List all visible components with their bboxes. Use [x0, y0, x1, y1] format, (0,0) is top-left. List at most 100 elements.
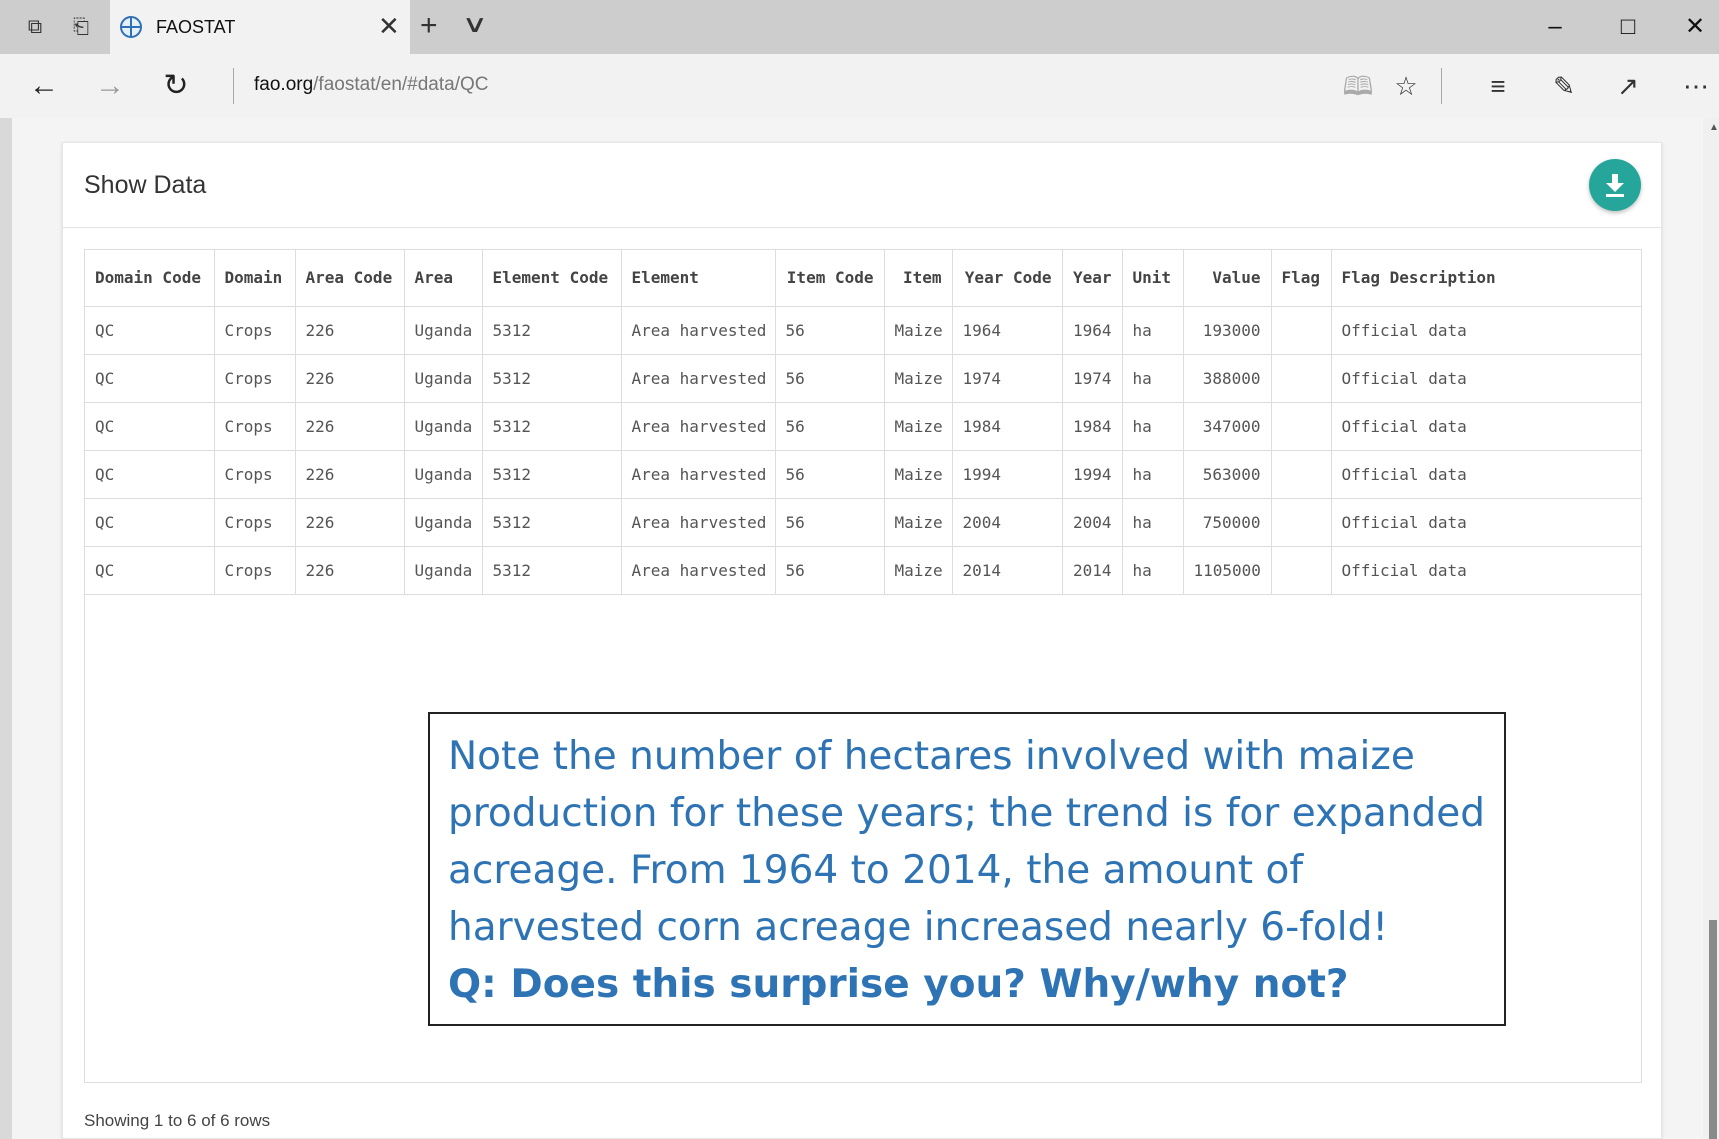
column-header[interactable]: Domain Code	[85, 250, 215, 307]
share-icon[interactable]: ↗	[1608, 66, 1648, 106]
column-header[interactable]: Domain	[214, 250, 296, 307]
year-code-cell: 2014	[952, 546, 1063, 595]
plus-icon[interactable]: +	[420, 10, 438, 42]
flag-cell	[1271, 498, 1332, 547]
element-cell: Area harvested	[621, 546, 776, 595]
area-code-cell: 226	[295, 450, 405, 499]
globe-icon	[120, 16, 142, 38]
chevron-down-icon[interactable]: ∨	[462, 8, 488, 42]
back-arrow-icon[interactable]: ←	[24, 66, 64, 106]
domain-code-cell: QC	[85, 402, 215, 451]
column-header[interactable]: Item Code	[775, 250, 885, 307]
download-button[interactable]	[1589, 159, 1641, 211]
tab-preview-icon[interactable]: ⎗	[68, 14, 94, 40]
flag-cell	[1271, 402, 1332, 451]
table-row: QC Crops 226 Uganda 5312 Area harvested 56 Maiz…	[85, 306, 1641, 355]
note-question: Q: Does this surprise you? Why/why not?	[448, 962, 1349, 1007]
minimize-icon[interactable]: –	[1535, 8, 1575, 46]
unit-cell: ha	[1122, 498, 1184, 547]
domain-code-cell: QC	[85, 450, 215, 499]
item-code-cell: 56	[775, 306, 885, 355]
flag-description-cell: Official data	[1331, 498, 1641, 547]
scroll-up-icon[interactable]: ▲	[1709, 122, 1719, 133]
close-icon[interactable]: ✕	[378, 12, 400, 40]
column-header[interactable]: Flag	[1271, 250, 1332, 307]
column-header[interactable]: Year	[1062, 250, 1123, 307]
column-header[interactable]: Area	[404, 250, 483, 307]
year-cell: 1994	[1062, 450, 1123, 499]
value-cell: 388000	[1183, 354, 1272, 403]
flag-description-cell: Official data	[1331, 354, 1641, 403]
refresh-icon[interactable]: ↻	[156, 66, 196, 106]
flag-description-cell: Official data	[1331, 450, 1641, 499]
flag-description-cell: Official data	[1331, 546, 1641, 595]
column-header[interactable]: Year Code	[952, 250, 1063, 307]
reading-view-icon[interactable]: 🕮	[1338, 66, 1378, 106]
column-header[interactable]: Flag Description	[1331, 250, 1641, 307]
unit-cell: ha	[1122, 450, 1184, 499]
download-icon	[1606, 174, 1624, 197]
domain-code-cell: QC	[85, 306, 215, 355]
domain-cell: Crops	[214, 402, 296, 451]
item-cell: Maize	[884, 354, 953, 403]
flag-cell	[1271, 306, 1332, 355]
address-bar[interactable]: fao.org/faostat/en/#data/QC	[254, 74, 489, 96]
tab-faostat[interactable]: FAOSTAT ✕	[110, 0, 410, 54]
area-code-cell: 226	[295, 306, 405, 355]
element-code-cell: 5312	[482, 306, 622, 355]
area-code-cell: 226	[295, 546, 405, 595]
item-code-cell: 56	[775, 498, 885, 547]
domain-code-cell: QC	[85, 546, 215, 595]
item-cell: Maize	[884, 546, 953, 595]
tab-title: FAOSTAT	[156, 17, 236, 37]
item-cell: Maize	[884, 306, 953, 355]
column-header[interactable]: Area Code	[295, 250, 405, 307]
table-row: QC Crops 226 Uganda 5312 Area harvested 56 Maiz…	[85, 546, 1641, 595]
domain-cell: Crops	[214, 450, 296, 499]
domain-cell: Crops	[214, 546, 296, 595]
area-cell: Uganda	[404, 498, 483, 547]
element-code-cell: 5312	[482, 498, 622, 547]
value-cell: 193000	[1183, 306, 1272, 355]
element-code-cell: 5312	[482, 450, 622, 499]
forward-arrow-icon[interactable]: →	[90, 66, 130, 106]
column-header[interactable]: Item	[884, 250, 953, 307]
address-path: /faostat/en/#data/QC	[313, 74, 489, 95]
area-cell: Uganda	[404, 402, 483, 451]
pagination-info: Showing 1 to 6 of 6 rows	[84, 1111, 271, 1130]
domain-cell: Crops	[214, 498, 296, 547]
column-header[interactable]: Unit	[1122, 250, 1184, 307]
item-code-cell: 56	[775, 450, 885, 499]
flag-description-cell: Official data	[1331, 402, 1641, 451]
table-row: QC Crops 226 Uganda 5312 Area harvested 56 Maiz…	[85, 450, 1641, 499]
value-cell: 347000	[1183, 402, 1272, 451]
tab-set-aside-icon[interactable]: ⧉	[22, 14, 48, 40]
item-cell: Maize	[884, 450, 953, 499]
element-cell: Area harvested	[621, 498, 776, 547]
area-code-cell: 226	[295, 402, 405, 451]
window-close-icon[interactable]: ✕	[1675, 8, 1715, 46]
maximize-icon[interactable]: □	[1608, 8, 1648, 46]
column-header[interactable]: Element Code	[482, 250, 622, 307]
year-cell: 1984	[1062, 402, 1123, 451]
value-cell: 563000	[1183, 450, 1272, 499]
year-cell: 2004	[1062, 498, 1123, 547]
table-row: QC Crops 226 Uganda 5312 Area harvested 56 Maiz…	[85, 354, 1641, 403]
table-body: QC Crops 226 Uganda 5312 Area harvested 56 Maiz…	[85, 306, 1641, 595]
favorite-star-icon[interactable]: ☆	[1386, 66, 1426, 106]
column-header[interactable]: Value	[1183, 250, 1272, 307]
value-cell: 750000	[1183, 498, 1272, 547]
flag-cell	[1271, 450, 1332, 499]
year-cell: 1974	[1062, 354, 1123, 403]
element-cell: Area harvested	[621, 402, 776, 451]
domain-cell: Crops	[214, 354, 296, 403]
domain-code-cell: QC	[85, 354, 215, 403]
scrollbar-thumb[interactable]	[1709, 920, 1717, 1139]
hub-icon[interactable]: ≡	[1478, 66, 1518, 106]
element-cell: Area harvested	[621, 306, 776, 355]
column-header[interactable]: Element	[621, 250, 776, 307]
more-icon[interactable]: ⋯	[1676, 66, 1716, 106]
note-line: production for these years; the trend is…	[448, 791, 1485, 836]
year-cell: 2014	[1062, 546, 1123, 595]
web-note-icon[interactable]: ✎	[1544, 66, 1584, 106]
